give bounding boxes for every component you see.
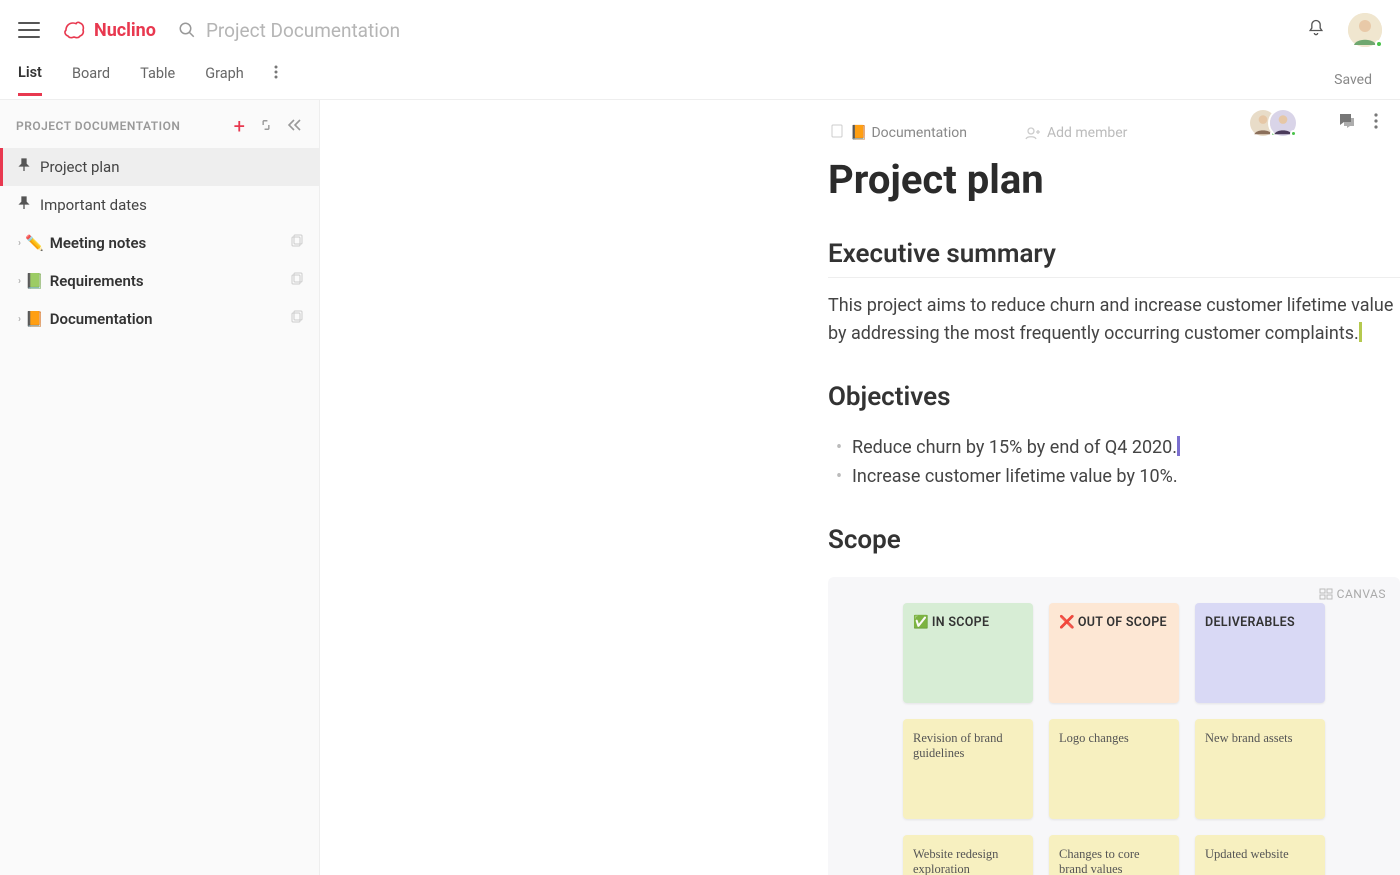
presence-indicator <box>1375 40 1383 48</box>
canvas-card[interactable]: ✅IN SCOPE <box>903 603 1033 703</box>
collaborator-cursor <box>1177 436 1180 456</box>
chat-icon <box>1338 112 1356 130</box>
sidebar-item-label: Project plan <box>40 158 120 176</box>
sidebar-item-meeting-notes[interactable]: › ✏️ Meeting notes <box>0 224 319 262</box>
canvas-column-deliverables: DELIVERABLES New brand assets Updated we… <box>1195 603 1325 875</box>
person-plus-icon <box>1025 126 1041 140</box>
document-body[interactable]: Project plan Executive summary This proj… <box>320 100 1400 875</box>
tab-graph[interactable]: Graph <box>205 65 244 94</box>
add-member-button[interactable]: Add member <box>1025 125 1127 141</box>
doc-header-right <box>1248 108 1378 138</box>
canvas-icon <box>1319 588 1333 600</box>
menu-button[interactable] <box>18 22 40 38</box>
sidebar-item-documentation[interactable]: › 📙 Documentation <box>0 300 319 338</box>
user-avatar[interactable] <box>1348 13 1382 47</box>
heading-objectives[interactable]: Objectives <box>828 382 1400 420</box>
heading-executive-summary[interactable]: Executive summary <box>828 239 1400 278</box>
book-icon: 📗 <box>25 272 44 290</box>
dots-vertical-icon <box>1374 113 1378 129</box>
canvas-card[interactable]: Changes to core brand values <box>1049 835 1179 875</box>
search-input[interactable]: Project Documentation <box>178 19 1306 42</box>
canvas-label: CANVAS <box>1319 587 1386 601</box>
sidebar-header: PROJECT DOCUMENTATION + <box>0 100 319 148</box>
add-page-button[interactable]: + <box>234 114 245 138</box>
collaborator-avatars[interactable] <box>1248 108 1298 138</box>
sidebar: PROJECT DOCUMENTATION + Project plan Imp… <box>0 100 320 875</box>
collaborator-cursor <box>1359 322 1362 342</box>
dots-vertical-icon <box>274 65 278 79</box>
save-status: Saved <box>1334 72 1372 88</box>
check-icon: ✅ <box>913 615 929 630</box>
page-title[interactable]: Project plan <box>828 156 1400 203</box>
notifications-button[interactable] <box>1306 18 1326 42</box>
main-content: 📙 Documentation Add member <box>320 100 1400 875</box>
breadcrumb: 📙 Documentation Add member <box>830 124 1127 142</box>
tabs-more-button[interactable] <box>274 64 278 95</box>
expand-icon <box>259 118 273 132</box>
canvas-card[interactable]: DELIVERABLES <box>1195 603 1325 703</box>
tab-list[interactable]: List <box>18 64 42 96</box>
pin-icon <box>18 196 30 214</box>
tab-table[interactable]: Table <box>140 65 175 94</box>
collaborator-avatar[interactable] <box>1268 108 1298 138</box>
cross-icon: ❌ <box>1059 615 1075 630</box>
chevron-right-icon: › <box>18 314 21 325</box>
copy-icon <box>289 272 303 290</box>
folder-icon: 📙 <box>850 125 867 141</box>
copy-icon <box>289 310 303 328</box>
search-placeholder: Project Documentation <box>206 19 400 42</box>
presence-indicator <box>1290 130 1297 137</box>
executive-summary-text[interactable]: This project aims to reduce churn and in… <box>828 292 1400 348</box>
canvas-card[interactable]: Revision of brand guidelines <box>903 719 1033 819</box>
sidebar-item-project-plan[interactable]: Project plan <box>0 148 319 186</box>
copy-icon <box>289 234 303 252</box>
doc-more-button[interactable] <box>1374 113 1378 133</box>
sidebar-item-requirements[interactable]: › 📗 Requirements <box>0 262 319 300</box>
collapse-sidebar-button[interactable] <box>287 117 303 136</box>
canvas-column-in-scope: ✅IN SCOPE Revision of brand guidelines W… <box>903 603 1033 875</box>
page-icon <box>830 124 844 142</box>
topbar: Nuclino Project Documentation <box>0 0 1400 60</box>
objectives-list[interactable]: Reduce churn by 15% by end of Q4 2020. I… <box>828 434 1400 492</box>
sidebar-item-label: Requirements <box>50 272 144 290</box>
scope-canvas[interactable]: CANVAS ✅IN SCOPE Revision of brand guide… <box>828 577 1400 875</box>
sidebar-item-label: Documentation <box>50 310 153 328</box>
chevron-right-icon: › <box>18 276 21 287</box>
objective-item[interactable]: Increase customer lifetime value by 10%. <box>828 463 1400 492</box>
tab-board[interactable]: Board <box>72 65 110 94</box>
view-tabs: List Board Table Graph Saved <box>0 60 1400 100</box>
pencil-icon: ✏️ <box>25 234 44 252</box>
sidebar-title: PROJECT DOCUMENTATION <box>16 119 220 133</box>
canvas-card[interactable]: Updated website <box>1195 835 1325 875</box>
sidebar-item-important-dates[interactable]: Important dates <box>0 186 319 224</box>
canvas-card[interactable]: New brand assets <box>1195 719 1325 819</box>
comments-button[interactable] <box>1338 112 1356 134</box>
search-icon <box>178 21 196 39</box>
canvas-card[interactable]: Logo changes <box>1049 719 1179 819</box>
canvas-card[interactable]: Website redesign exploration <box>903 835 1033 875</box>
chevron-right-icon: › <box>18 238 21 249</box>
bell-icon <box>1306 18 1326 38</box>
objective-item[interactable]: Reduce churn by 15% by end of Q4 2020. <box>828 434 1400 463</box>
canvas-column-out-of-scope: ❌OUT OF SCOPE Logo changes Changes to co… <box>1049 603 1179 875</box>
pin-icon <box>18 158 30 176</box>
sidebar-item-label: Meeting notes <box>50 234 147 252</box>
brain-icon <box>60 19 88 41</box>
app-name: Nuclino <box>94 20 156 41</box>
canvas-card[interactable]: ❌OUT OF SCOPE <box>1049 603 1179 703</box>
app-logo[interactable]: Nuclino <box>60 19 156 41</box>
sidebar-item-label: Important dates <box>40 196 147 214</box>
book-icon: 📙 <box>25 310 44 328</box>
expand-button[interactable] <box>259 117 273 136</box>
heading-scope[interactable]: Scope <box>828 525 1400 563</box>
breadcrumb-folder[interactable]: Documentation <box>871 125 967 141</box>
chevrons-left-icon <box>287 118 303 132</box>
